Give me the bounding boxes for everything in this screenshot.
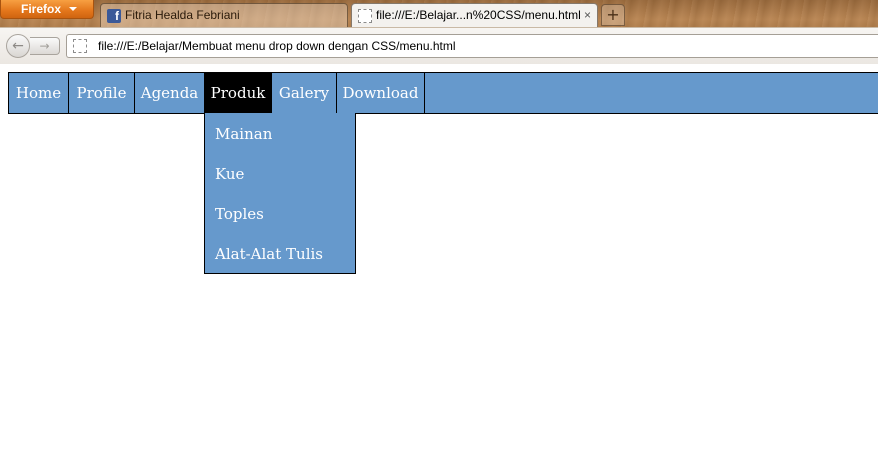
chevron-down-icon <box>69 7 77 11</box>
back-button[interactable]: ← <box>6 34 30 58</box>
forward-button[interactable]: → <box>30 37 60 55</box>
firefox-menu-button[interactable]: Firefox <box>0 0 94 19</box>
facebook-icon: f <box>107 9 121 23</box>
back-forward-group: → ← <box>6 34 60 58</box>
browser-chrome: Firefox f Fitria Healda Febriani file://… <box>0 0 878 64</box>
dropdown-item-alat-alat-tulis[interactable]: Alat-Alat Tulis <box>205 234 355 274</box>
tab-label: file:///E:/Belajar...n%20CSS/menu.html <box>376 8 581 22</box>
menu-item-home[interactable]: Home <box>9 73 69 113</box>
forward-arrow-icon: → <box>39 39 50 53</box>
main-menu: Home Profile Agenda Produk Galery Downlo… <box>8 72 878 114</box>
dropdown-item-kue[interactable]: Kue <box>205 154 355 194</box>
back-arrow-icon: ← <box>12 38 24 54</box>
tab-label: Fitria Healda Febriani <box>125 8 240 22</box>
url-bar[interactable]: file:///E:/Belajar/Membuat menu drop dow… <box>66 34 878 58</box>
menu-item-galery[interactable]: Galery <box>272 73 337 113</box>
blank-page-icon <box>73 39 87 53</box>
blank-page-icon <box>358 9 372 23</box>
firefox-menu-label: Firefox <box>21 2 62 16</box>
tab-facebook[interactable]: f Fitria Healda Febriani <box>100 3 348 27</box>
dropdown-item-toples[interactable]: Toples <box>205 194 355 234</box>
menu-item-produk[interactable]: Produk <box>205 73 272 113</box>
produk-dropdown: Mainan Kue Toples Alat-Alat Tulis <box>204 113 356 274</box>
close-icon[interactable]: × <box>584 4 591 27</box>
tab-menu-html[interactable]: file:///E:/Belajar...n%20CSS/menu.html × <box>351 3 598 27</box>
menu-item-profile[interactable]: Profile <box>69 73 135 113</box>
new-tab-button[interactable]: + <box>601 4 625 26</box>
url-text[interactable]: file:///E:/Belajar/Membuat menu drop dow… <box>98 35 456 57</box>
menu-item-download[interactable]: Download <box>337 73 425 113</box>
menu-item-agenda[interactable]: Agenda <box>135 73 205 113</box>
dropdown-item-mainan[interactable]: Mainan <box>205 114 355 154</box>
navigation-toolbar: → ← file:///E:/Belajar/Membuat menu drop… <box>0 27 878 64</box>
